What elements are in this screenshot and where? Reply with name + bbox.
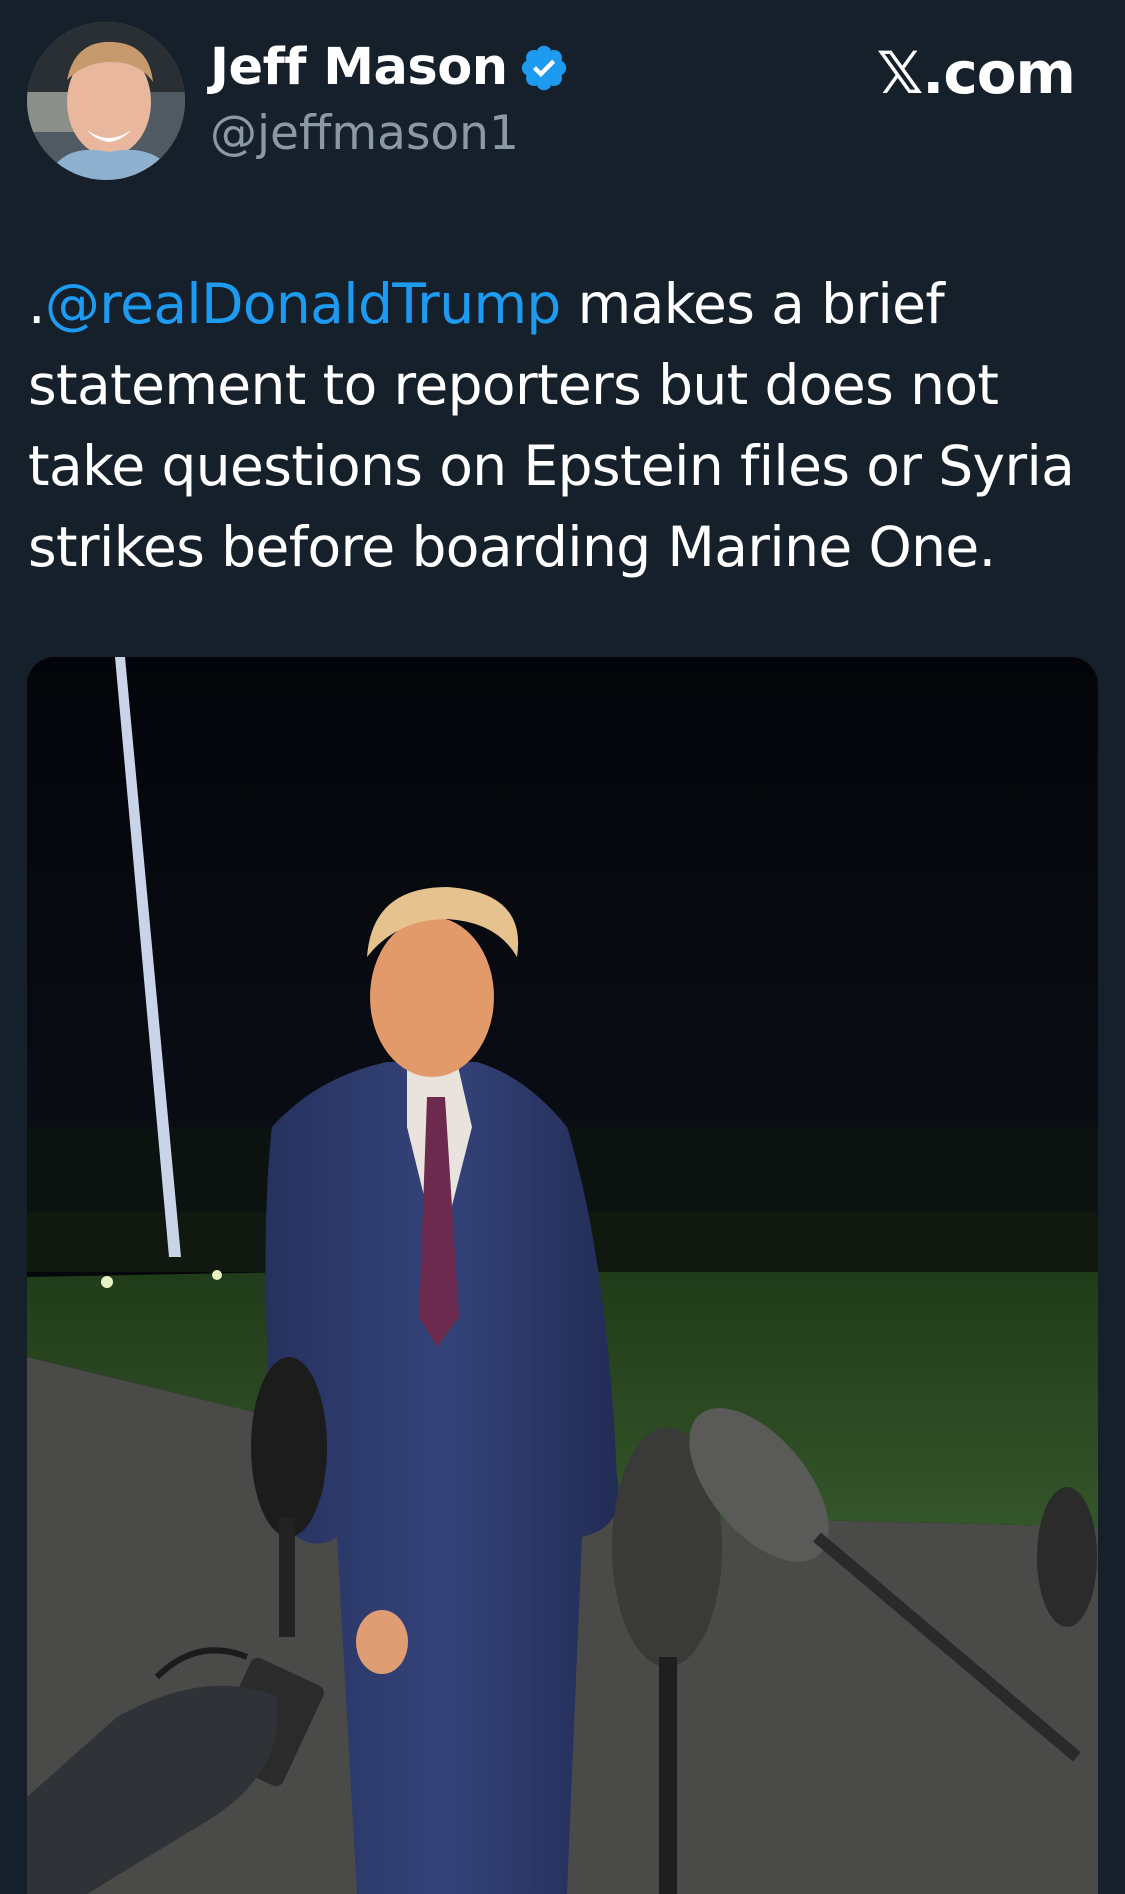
author-handle[interactable]: @jeffmason1 — [210, 106, 519, 162]
tweet-header: Jeff Mason @jeffmason1 𝕏.com — [0, 0, 1125, 200]
avatar-image — [27, 22, 185, 180]
name-row: Jeff Mason — [210, 38, 570, 98]
tweet-media-photo[interactable] — [27, 657, 1098, 1894]
brand-logo: 𝕏.com — [876, 39, 1076, 107]
verified-badge-icon — [518, 42, 570, 94]
tweet-text: .@realDonaldTrump makes a brief statemen… — [28, 264, 1098, 588]
avatar[interactable] — [27, 22, 185, 180]
mention-link[interactable]: @realDonaldTrump — [45, 272, 561, 336]
photo-scene — [27, 657, 1098, 1894]
tweet-prefix: . — [28, 272, 45, 336]
display-name[interactable]: Jeff Mason — [210, 38, 508, 98]
